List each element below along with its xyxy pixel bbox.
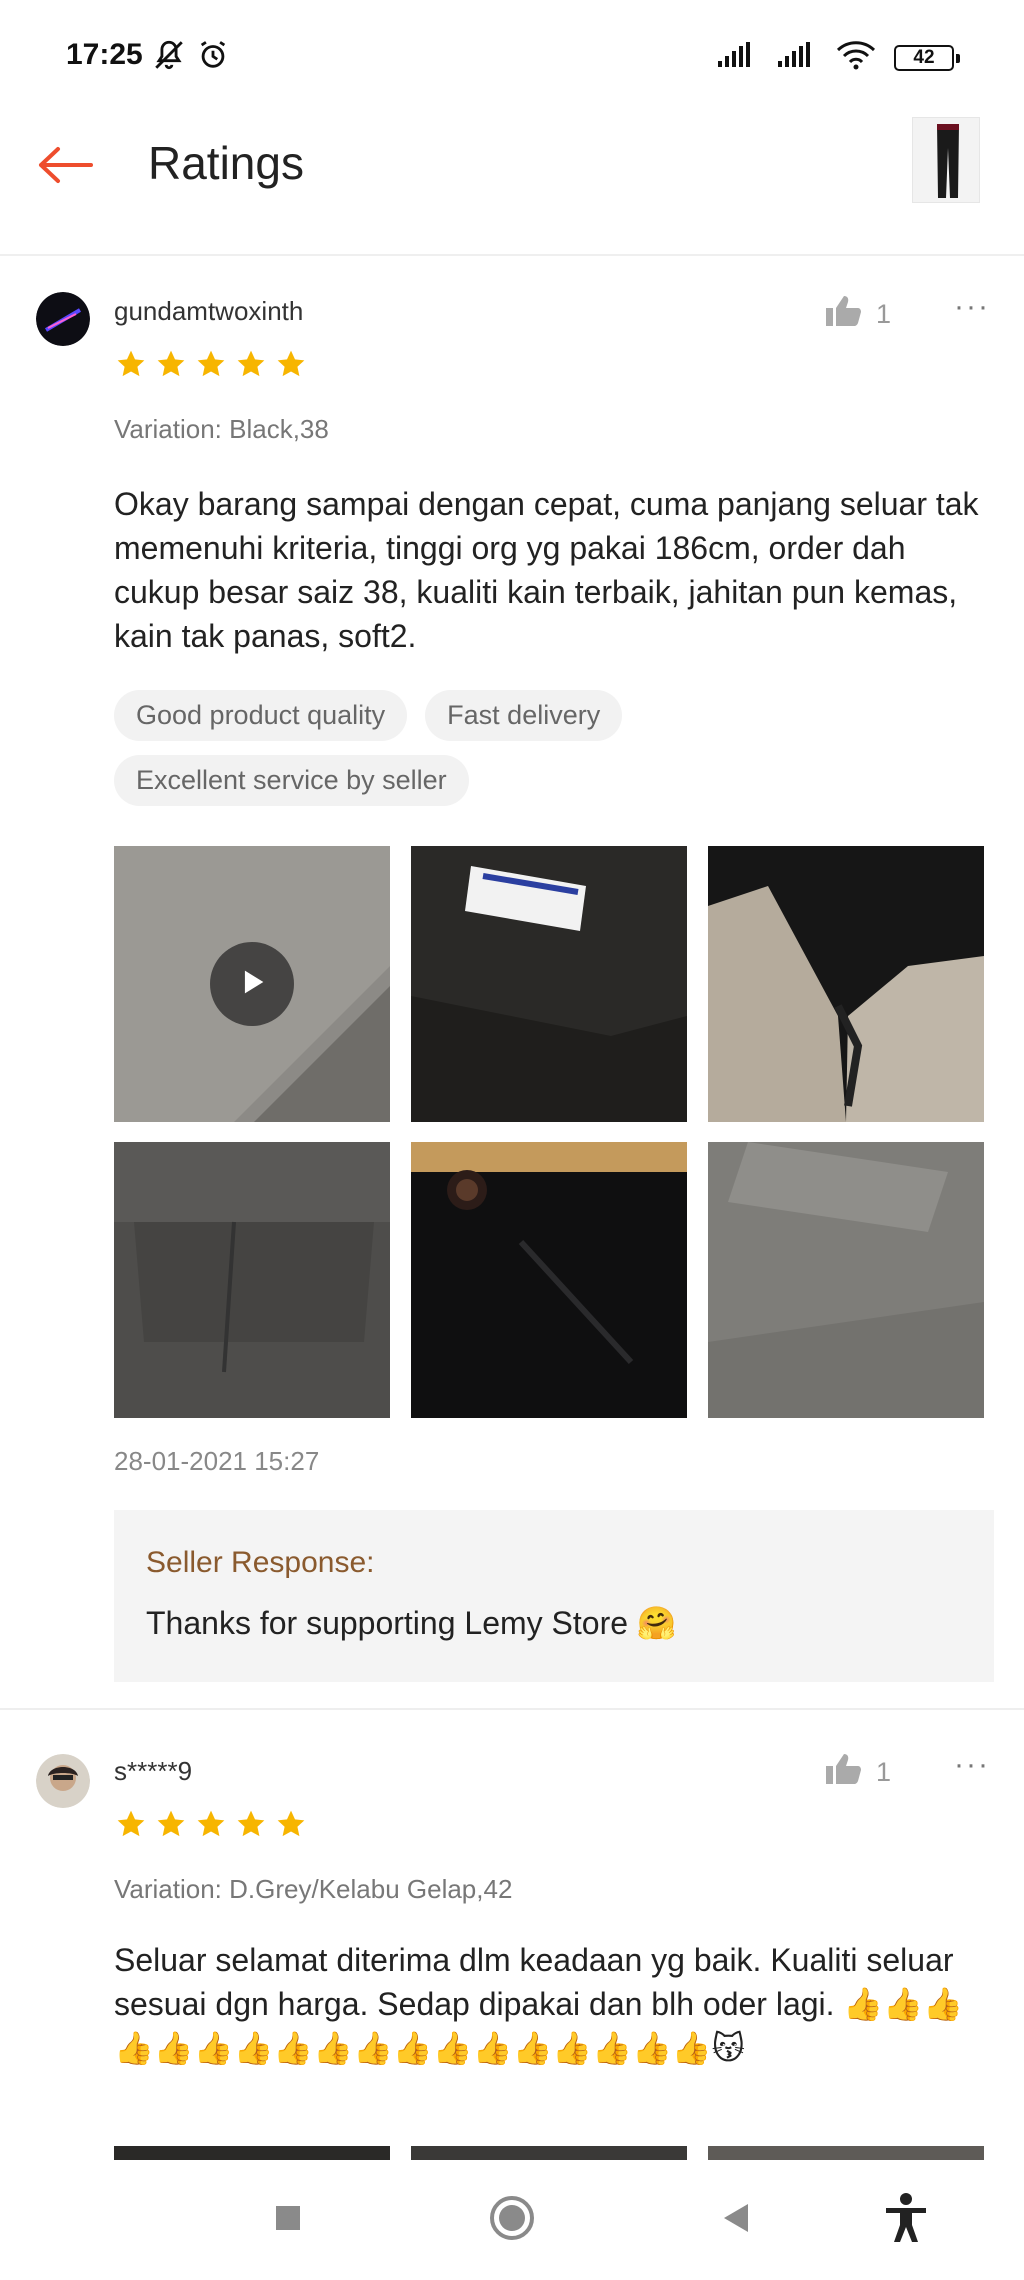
- recents-button[interactable]: [258, 2190, 318, 2250]
- header: Ratings: [0, 110, 1024, 256]
- play-icon: [235, 965, 269, 1004]
- review-photo[interactable]: [708, 2146, 984, 2160]
- like-button[interactable]: 1: [824, 294, 891, 335]
- star-icon: [157, 350, 185, 377]
- tag: Fast delivery: [425, 690, 623, 741]
- star-icon: [197, 1810, 225, 1837]
- review-photo[interactable]: [411, 2146, 687, 2160]
- review-photos: [114, 846, 984, 1418]
- review-timestamp: 28-01-2021 15:27: [114, 1446, 320, 1476]
- review-photo[interactable]: [708, 846, 984, 1122]
- status-time: 17:25: [66, 38, 143, 71]
- review-card: gundamtwoxinth 1 ··· Variation: Black,38…: [0, 256, 1024, 1682]
- page-title: Ratings: [148, 137, 304, 189]
- back-nav-button[interactable]: [706, 2190, 766, 2250]
- star-icon: [157, 1810, 185, 1837]
- seller-response-label: Seller Response:: [146, 1546, 375, 1579]
- back-button[interactable]: [30, 132, 100, 202]
- seller-response: Seller Response: Thanks for supporting L…: [114, 1510, 994, 1682]
- review-video[interactable]: [114, 846, 390, 1122]
- alarm-icon: [196, 38, 230, 77]
- avatar[interactable]: [36, 1754, 90, 1808]
- star-rating: [114, 1808, 308, 1840]
- variation-label: Variation: Black,38: [114, 414, 329, 444]
- review-text: Okay barang sampai dengan cepat, cuma pa…: [114, 486, 979, 654]
- square-icon: [272, 2202, 304, 2239]
- signal-2-icon: [776, 41, 818, 74]
- triangle-back-icon: [718, 2200, 754, 2241]
- accessibility-button[interactable]: [876, 2190, 936, 2250]
- reviewer-name: s*****9: [114, 1756, 193, 1786]
- review-photos-partial: [114, 2146, 994, 2160]
- star-icon: [237, 1810, 265, 1837]
- status-bar: 17:25 42: [0, 0, 1024, 110]
- seller-response-text: Thanks for supporting Lemy Store 🤗: [146, 1605, 677, 1641]
- mute-bell-icon: [152, 38, 186, 77]
- like-count: 1: [876, 1757, 892, 1787]
- star-rating: [114, 348, 308, 380]
- signal-1-icon: [716, 41, 758, 74]
- review-text: Seluar selamat diterima dlm keadaan yg b…: [114, 1942, 963, 2066]
- review-photo[interactable]: [411, 846, 687, 1122]
- home-button[interactable]: [482, 2190, 542, 2250]
- thumbs-up-icon: [824, 1752, 862, 1793]
- home-circle-icon: [488, 2194, 536, 2247]
- divider: [0, 1708, 1024, 1710]
- review-photo[interactable]: [114, 2146, 390, 2160]
- review-photo[interactable]: [708, 1142, 984, 1418]
- accessibility-icon: [884, 2192, 928, 2249]
- star-icon: [277, 350, 305, 377]
- play-button[interactable]: [210, 942, 294, 1026]
- tag: Excellent service by seller: [114, 755, 469, 806]
- star-icon: [197, 350, 225, 377]
- product-thumbnail[interactable]: [912, 117, 980, 203]
- reviewer-name: gundamtwoxinth: [114, 296, 304, 326]
- thumbs-up-icon: [824, 294, 862, 335]
- star-icon: [117, 350, 145, 377]
- review-photo[interactable]: [411, 1142, 687, 1418]
- review-card: s*****9 1 ··· Variation: D.Grey/Kelabu G…: [0, 1720, 1024, 2160]
- battery-indicator: 42: [894, 44, 960, 71]
- tag: Good product quality: [114, 690, 408, 741]
- review-photo[interactable]: [114, 1142, 390, 1418]
- system-nav-bar: [0, 2160, 1024, 2280]
- star-icon: [237, 350, 265, 377]
- wifi-icon: [836, 40, 876, 75]
- star-icon: [117, 1810, 145, 1837]
- review-tags: Good product quality Fast delivery Excel…: [114, 690, 994, 806]
- star-icon: [277, 1810, 305, 1837]
- like-button[interactable]: 1: [824, 1752, 891, 1793]
- more-options-button[interactable]: ···: [954, 290, 990, 324]
- like-count: 1: [876, 299, 892, 329]
- back-arrow-icon: [36, 145, 94, 190]
- more-options-button[interactable]: ···: [954, 1748, 990, 1782]
- variation-label: Variation: D.Grey/Kelabu Gelap,42: [114, 1874, 513, 1904]
- avatar[interactable]: [36, 292, 90, 346]
